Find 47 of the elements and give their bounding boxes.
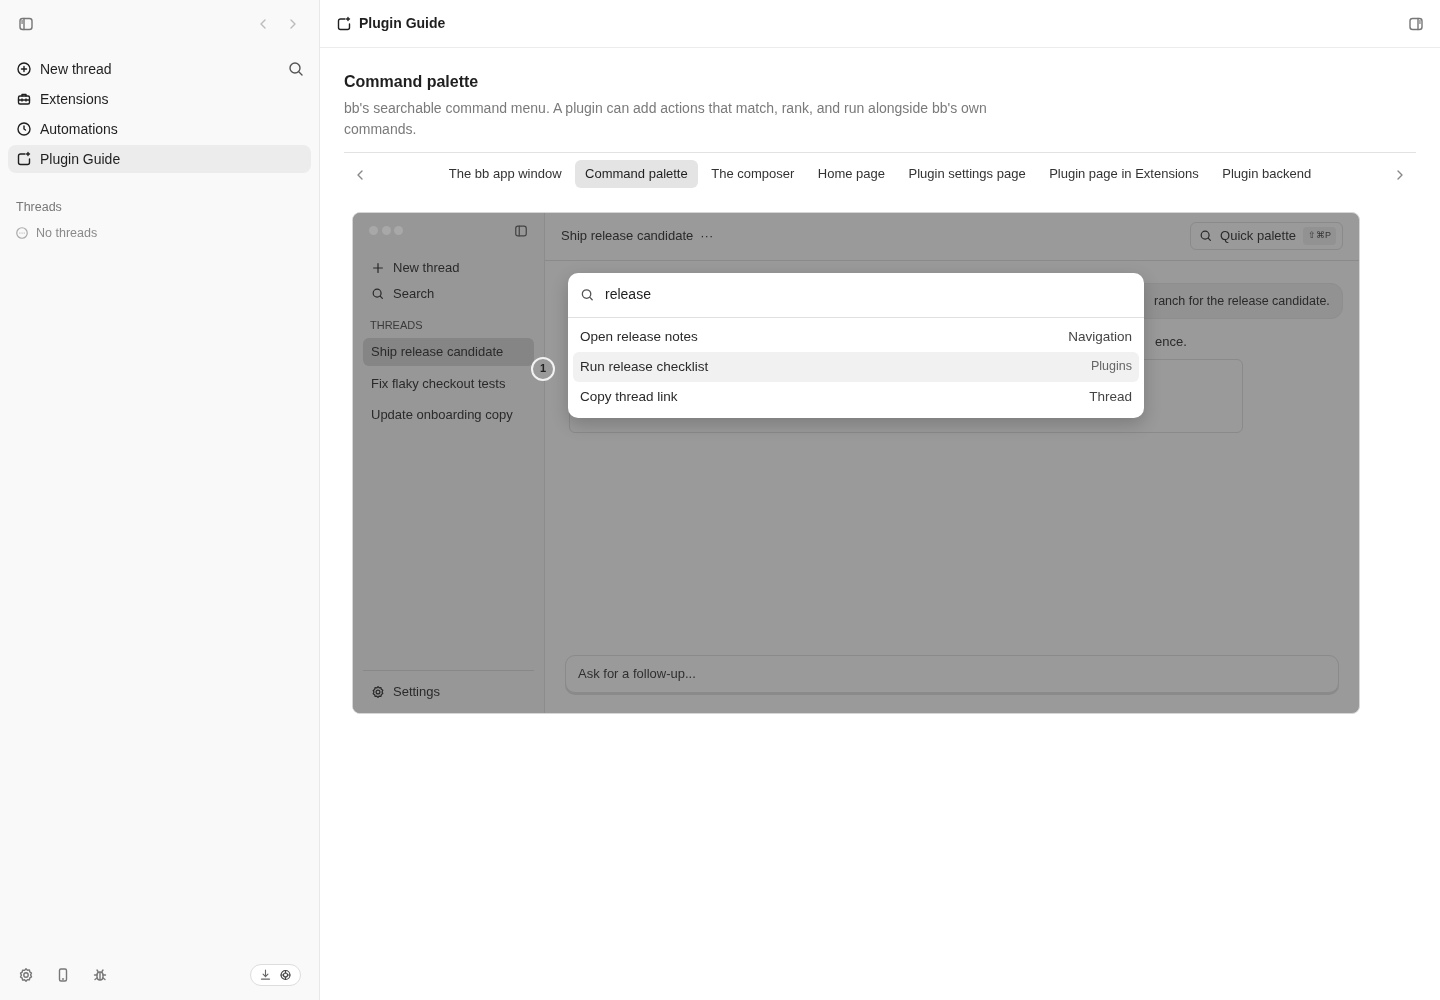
plus-circle-icon xyxy=(16,61,32,77)
palette-result[interactable]: Copy thread link Thread xyxy=(573,381,1139,412)
thread-title: Ship release candidate xyxy=(561,227,694,246)
more-menu[interactable]: ··· xyxy=(700,226,714,246)
chat-bubble-icon xyxy=(15,225,29,242)
quick-palette-button[interactable]: Quick palette ⇧⌘P xyxy=(1190,222,1343,250)
section-description: bb's searchable command menu. A plugin can add actions that match, rank, and run alongside bb's own commands. xyxy=(344,99,988,140)
tab[interactable]: Plugin settings page xyxy=(898,160,1036,188)
tab[interactable]: Home page xyxy=(807,160,896,188)
plugin-icon xyxy=(336,15,352,32)
section-label: Threads xyxy=(15,200,63,214)
bug-icon[interactable] xyxy=(92,967,108,983)
tab[interactable]: Plugin backend xyxy=(1212,160,1322,188)
thread-item[interactable]: Update onboarding copy xyxy=(363,401,534,430)
empty-text: No threads xyxy=(36,225,98,242)
page-title: Plugin Guide xyxy=(359,14,446,33)
toolbox-icon xyxy=(16,91,32,107)
settings-item[interactable]: Settings xyxy=(363,678,534,705)
palette-result[interactable]: Open release notes Navigation xyxy=(573,321,1139,352)
download-button[interactable] xyxy=(250,964,301,986)
sidebar-item[interactable]: Plugin Guide xyxy=(8,145,311,173)
plugin-icon xyxy=(16,151,32,167)
sidebar-item[interactable]: Search xyxy=(363,280,534,307)
tab[interactable]: The composer xyxy=(701,160,805,188)
palette-search-field[interactable]: release xyxy=(603,283,1132,307)
message-text: ence. xyxy=(1155,334,1187,350)
download-icon xyxy=(259,967,272,983)
tab[interactable]: Command palette xyxy=(575,160,698,188)
follow-up-field[interactable]: Ask for a follow-up... xyxy=(565,654,1339,693)
search-icon xyxy=(580,286,595,303)
panel-toggle-icon[interactable] xyxy=(1408,15,1424,32)
tab[interactable]: The bb app window xyxy=(438,160,572,188)
settings-icon xyxy=(371,683,385,700)
sidebar-item[interactable]: New thread xyxy=(8,55,281,83)
clock-icon xyxy=(16,121,32,137)
thread-item[interactable]: Ship release candidate xyxy=(363,338,534,367)
sidebar-item[interactable]: Extensions xyxy=(8,85,311,113)
sidebar-item[interactable]: New thread xyxy=(363,254,534,281)
sidebar-item[interactable]: Automations xyxy=(8,115,311,143)
palette-result[interactable]: Run release checklist Plugins xyxy=(573,351,1139,382)
settings-icon[interactable] xyxy=(18,967,34,983)
search-icon[interactable] xyxy=(288,61,304,77)
thread-item[interactable]: Fix flaky checkout tests xyxy=(363,369,534,398)
sidebar-toggle-icon[interactable] xyxy=(18,16,34,32)
section-title: Command palette xyxy=(344,72,480,92)
tab[interactable]: Plugin page in Extensions xyxy=(1039,160,1209,188)
section-label: THREADS xyxy=(370,318,423,331)
